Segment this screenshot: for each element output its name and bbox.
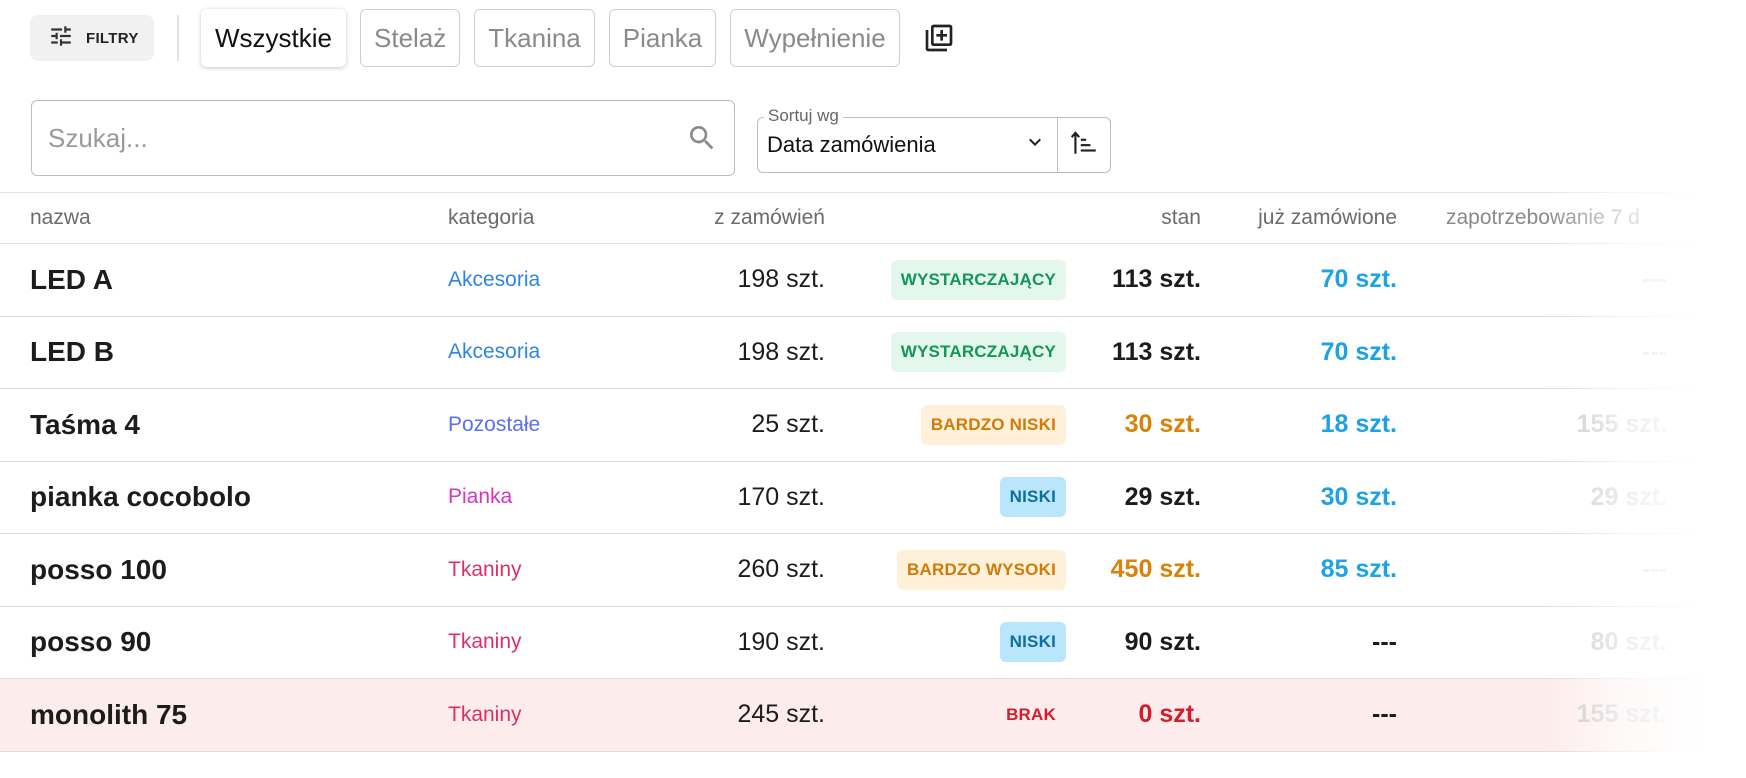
table-row[interactable]: LED A Akcesoria 198 szt. WYSTARCZAJĄCY 113 s… [0, 244, 1746, 317]
row-already-ordered: --- [1372, 700, 1397, 729]
status-badge: NISKI [999, 622, 1066, 663]
row-name: LED A [30, 263, 113, 295]
tab-tkanina[interactable]: Tkanina [474, 9, 595, 67]
row-status-cell: BARDZO WYSOKI [897, 534, 1066, 606]
row-already-ordered: 30 szt. [1320, 482, 1397, 511]
status-badge: WYSTARCZAJĄCY [890, 259, 1066, 300]
status-badge: NISKI [999, 477, 1066, 518]
row-already-ordered: 85 szt. [1320, 555, 1397, 584]
table-row[interactable]: posso 100 Tkaniny 260 szt. BARDZO WYSOKI 450… [0, 534, 1746, 607]
row-demand: 155 szt. [1576, 700, 1667, 729]
materials-table: nazwa kategoria z zamówień stan już zamó… [0, 192, 1746, 752]
sort-control: Sortuj wg Data zamówienia [757, 106, 1111, 173]
row-from-orders: 198 szt. [737, 337, 825, 366]
row-stock: 450 szt. [1110, 555, 1201, 584]
tab-wypelnienie[interactable]: Wypełnienie [730, 9, 900, 67]
status-badge: BRAK [1006, 704, 1056, 724]
row-from-orders: 260 szt. [737, 555, 825, 584]
row-category: Akcesoria [448, 340, 541, 364]
table-body: LED A Akcesoria 198 szt. WYSTARCZAJĄCY 113 s… [0, 244, 1746, 752]
row-status-cell: WYSTARCZAJĄCY [890, 317, 1066, 389]
toolbar: FILTRY Wszystkie Stelaż Tkanina Pianka W… [30, 8, 956, 68]
row-category: Pianka [448, 485, 513, 509]
header-name[interactable]: nazwa [30, 193, 91, 243]
row-category: Akcesoria [448, 267, 541, 291]
table-row[interactable]: posso 90 Tkaniny 190 szt. NISKI 90 szt. --- 80… [0, 607, 1746, 679]
table-row[interactable]: monolith 75 Tkaniny 245 szt. BRAK 0 szt. --- 1… [0, 679, 1746, 752]
status-badge: BARDZO NISKI [920, 404, 1066, 445]
sort-select[interactable]: Data zamówienia [758, 118, 1058, 172]
tab-pianka[interactable]: Pianka [608, 9, 717, 67]
tab-wszystkie[interactable]: Wszystkie [201, 9, 346, 67]
library-add-icon[interactable] [922, 21, 956, 55]
search-icon[interactable] [686, 122, 718, 154]
search-input[interactable] [48, 122, 686, 154]
tab-stelaz[interactable]: Stelaż [360, 9, 461, 67]
toolbar-divider [177, 15, 179, 61]
row-stock: 0 szt. [1138, 700, 1201, 729]
row-demand: 29 szt. [1590, 482, 1667, 511]
sort-selected-value: Data zamówienia [767, 132, 936, 157]
header-already-ordered[interactable]: już zamówione [1258, 193, 1397, 243]
row-category: Tkaniny [448, 630, 522, 654]
row-demand: --- [1642, 337, 1667, 366]
table-row[interactable]: LED B Akcesoria 198 szt. WYSTARCZAJĄCY 113 s… [0, 317, 1746, 389]
filters-button[interactable]: FILTRY [30, 15, 154, 61]
sort-legend: Sortuj wg [764, 106, 843, 126]
category-tabs: Wszystkie Stelaż Tkanina Pianka Wypełnie… [201, 9, 900, 67]
table-row[interactable]: Taśma 4 Pozostałe 25 szt. BARDZO NISKI 30 sz… [0, 389, 1746, 462]
row-already-ordered: 18 szt. [1320, 410, 1397, 439]
row-demand: --- [1642, 265, 1667, 294]
row-name: LED B [30, 336, 114, 368]
row-from-orders: 198 szt. [737, 265, 825, 294]
row-status-cell: BRAK [996, 679, 1066, 751]
row-already-ordered: 70 szt. [1320, 337, 1397, 366]
row-already-ordered: 70 szt. [1320, 265, 1397, 294]
header-demand[interactable]: zapotrzebowanie 7 d [1446, 193, 1706, 243]
sort-order-button[interactable] [1058, 118, 1110, 172]
row-status-cell: NISKI [999, 607, 1066, 679]
status-badge: BARDZO WYSOKI [897, 549, 1066, 590]
row-category: Tkaniny [448, 557, 522, 581]
row-name: posso 90 [30, 626, 152, 658]
row-already-ordered: --- [1372, 627, 1397, 656]
chevron-down-icon [1023, 130, 1047, 160]
table-row[interactable]: pianka cocobolo Pianka 170 szt. NISKI 29 szt… [0, 462, 1746, 534]
row-status-cell: BARDZO NISKI [920, 389, 1066, 461]
table-header: nazwa kategoria z zamówień stan już zamó… [0, 192, 1746, 244]
row-name: monolith 75 [30, 698, 188, 730]
search-box [31, 100, 735, 176]
sort-ascending-icon [1069, 128, 1099, 163]
row-name: posso 100 [30, 553, 167, 585]
row-from-orders: 170 szt. [737, 482, 825, 511]
row-demand: 80 szt. [1590, 627, 1667, 656]
header-category[interactable]: kategoria [448, 193, 534, 243]
header-stock[interactable]: stan [1161, 193, 1201, 243]
row-stock: 30 szt. [1124, 410, 1201, 439]
row-status-cell: NISKI [999, 462, 1066, 534]
row-category: Pozostałe [448, 412, 541, 436]
row-stock: 29 szt. [1124, 482, 1201, 511]
row-demand: 155 szt. [1576, 410, 1667, 439]
header-from-orders[interactable]: z zamówień [714, 193, 825, 243]
row-name: pianka cocobolo [30, 481, 251, 513]
row-name: Taśma 4 [30, 408, 140, 440]
filters-label: FILTRY [86, 29, 139, 47]
row-stock: 113 szt. [1112, 265, 1201, 294]
row-stock: 90 szt. [1124, 627, 1201, 656]
status-badge: WYSTARCZAJĄCY [890, 332, 1066, 373]
row-from-orders: 245 szt. [737, 700, 825, 729]
row-stock: 113 szt. [1112, 337, 1201, 366]
row-status-cell: WYSTARCZAJĄCY [890, 244, 1066, 316]
row-from-orders: 25 szt. [751, 410, 825, 439]
row-from-orders: 190 szt. [737, 627, 825, 656]
row-demand: --- [1642, 555, 1667, 584]
row-category: Tkaniny [448, 702, 522, 726]
tune-icon [48, 23, 74, 53]
